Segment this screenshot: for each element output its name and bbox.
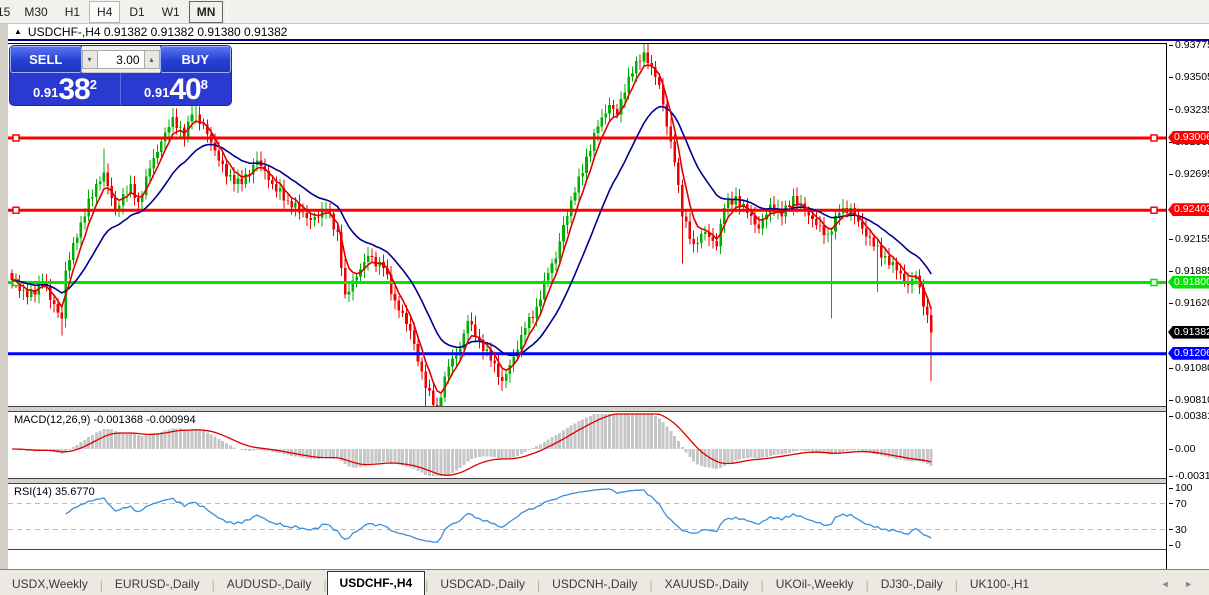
chart-tab-dj30[interactable]: DJ30-,Daily bbox=[869, 574, 955, 595]
price-tick: 0.92695 bbox=[1169, 168, 1209, 180]
buy-price-sup: 8 bbox=[200, 77, 208, 92]
timeframe-toolbar: 15 M30 H1 H4 D1 W1 MN bbox=[0, 0, 1209, 24]
tab-scroll-arrows[interactable]: ◄ ► bbox=[1161, 579, 1209, 595]
mt4-application: 15 M30 H1 H4 D1 W1 MN ▲ USDCHF-,H4 0.91382 0.9… bbox=[0, 0, 1209, 595]
sell-price-prefix: 0.91 bbox=[33, 85, 59, 100]
chart-tab-usdchf[interactable]: USDCHF-,H4 bbox=[326, 571, 426, 595]
volume-increase-button[interactable]: ▴ bbox=[143, 49, 160, 69]
rsi-label: RSI(14) 35.6770 bbox=[14, 486, 95, 498]
plot-column: MACD(12,26,9) -0.001368 -0.000994 RSI(14… bbox=[8, 43, 1166, 569]
macd-axis-tick: 0.003811 bbox=[1169, 410, 1209, 422]
chart-tab-usdx[interactable]: USDX,Weekly bbox=[0, 574, 100, 595]
toolbar-separator bbox=[227, 2, 229, 21]
sell-button[interactable]: SELL bbox=[10, 46, 82, 73]
price-tick: 0.93235 bbox=[1169, 104, 1209, 116]
rsi-axis-tick: 70 bbox=[1169, 498, 1187, 510]
volume-control: ▾ 3.00 ▴ bbox=[81, 46, 160, 73]
buy-price-big: 40 bbox=[169, 73, 201, 105]
chart-tab-bar: USDX,Weekly | EURUSD-,Daily | AUDUSD-,Daily |… bbox=[0, 569, 1209, 595]
timeframe-button-d1[interactable]: D1 bbox=[121, 1, 152, 23]
timeframe-button-m30[interactable]: M30 bbox=[16, 1, 55, 23]
chart-tab-usdcnh[interactable]: USDCNH-,Daily bbox=[540, 574, 649, 595]
price-tick: 0.92155 bbox=[1169, 233, 1209, 245]
chart-tab-audusd[interactable]: AUDUSD-,Daily bbox=[215, 574, 324, 595]
rsi-axis-tick: 30 bbox=[1169, 524, 1187, 536]
hline-handle bbox=[1150, 278, 1158, 287]
price-tick: 0.93505 bbox=[1169, 71, 1209, 83]
macd-axis-tick: 0.00 bbox=[1169, 443, 1195, 455]
macd-label: MACD(12,26,9) -0.001368 -0.000994 bbox=[14, 414, 196, 426]
chart-tab-usdcad[interactable]: USDCAD-,Daily bbox=[428, 574, 537, 595]
rsi-axis-tick: 100 bbox=[1169, 482, 1193, 494]
window-triangle-icon[interactable]: ▲ bbox=[14, 27, 22, 36]
hline-handle bbox=[12, 134, 20, 142]
price-tick: 0.91620 bbox=[1169, 297, 1209, 309]
macd-pane[interactable]: MACD(12,26,9) -0.001368 -0.000994 bbox=[8, 411, 1166, 479]
hline-handle bbox=[1150, 134, 1158, 142]
chart-tab-ukoil[interactable]: UKOil-,Weekly bbox=[764, 574, 866, 595]
buy-button[interactable]: BUY bbox=[159, 46, 231, 73]
timeframe-button-h4[interactable]: H4 bbox=[89, 0, 121, 23]
hline-handle bbox=[1150, 206, 1158, 215]
sell-price-sup: 2 bbox=[89, 77, 97, 92]
rsi-axis-tick: 0 bbox=[1169, 539, 1181, 551]
sell-price[interactable]: 0.91 38 2 bbox=[10, 73, 120, 105]
volume-decrease-button[interactable]: ▾ bbox=[81, 49, 98, 69]
rsi-pane[interactable]: RSI(14) 35.6770 bbox=[8, 483, 1166, 550]
price-tick: 0.90810 bbox=[1169, 394, 1209, 406]
current-price-label: 0.91382 bbox=[1168, 325, 1209, 339]
chart-title: USDCHF-,H4 0.91382 0.91382 0.91380 0.913… bbox=[27, 24, 288, 39]
timeframe-button-h1[interactable]: H1 bbox=[57, 1, 88, 23]
price-tick: 0.93775 bbox=[1169, 39, 1209, 51]
rsi-chart bbox=[8, 488, 1166, 543]
buy-price[interactable]: 0.91 40 8 bbox=[121, 73, 231, 105]
hline-handle bbox=[12, 206, 20, 215]
chart-tab-eurusd[interactable]: EURUSD-,Daily bbox=[103, 574, 212, 595]
macd-axis-tick: -0.003115 bbox=[1169, 470, 1209, 482]
chart-title-bar: ▲ USDCHF-,H4 0.91382 0.91382 0.91380 0.9… bbox=[8, 24, 1209, 41]
hline-price-label: 0.91206 bbox=[1168, 346, 1209, 360]
chart-tab-uk100[interactable]: UK100-,H1 bbox=[958, 574, 1041, 595]
timeframe-button-w1[interactable]: W1 bbox=[154, 1, 188, 23]
hline-price-label: 0.93006 bbox=[1168, 130, 1209, 144]
hline-price-label: 0.92403 bbox=[1168, 203, 1209, 217]
sell-price-big: 38 bbox=[58, 73, 90, 105]
price-tick: 0.91080 bbox=[1169, 362, 1209, 374]
hline-price-label: 0.91800 bbox=[1168, 275, 1209, 289]
volume-input[interactable]: 3.00 bbox=[97, 49, 144, 69]
buy-price-prefix: 0.91 bbox=[144, 85, 170, 100]
timeframe-button-mn[interactable]: MN bbox=[188, 0, 224, 23]
chart-tab-xauusd[interactable]: XAUUSD-,Daily bbox=[653, 574, 761, 595]
price-axis: 0.937750.935050.932350.929650.926950.921… bbox=[1166, 39, 1209, 569]
timeframe-button-15[interactable]: 15 bbox=[0, 1, 15, 23]
chart-window: ▲ USDCHF-,H4 0.91382 0.91382 0.91380 0.9… bbox=[0, 24, 1209, 591]
one-click-trade-panel: SELL ▾ 3.00 ▴ BUY 0.91 38 2 0.91 40 8 bbox=[10, 46, 231, 105]
